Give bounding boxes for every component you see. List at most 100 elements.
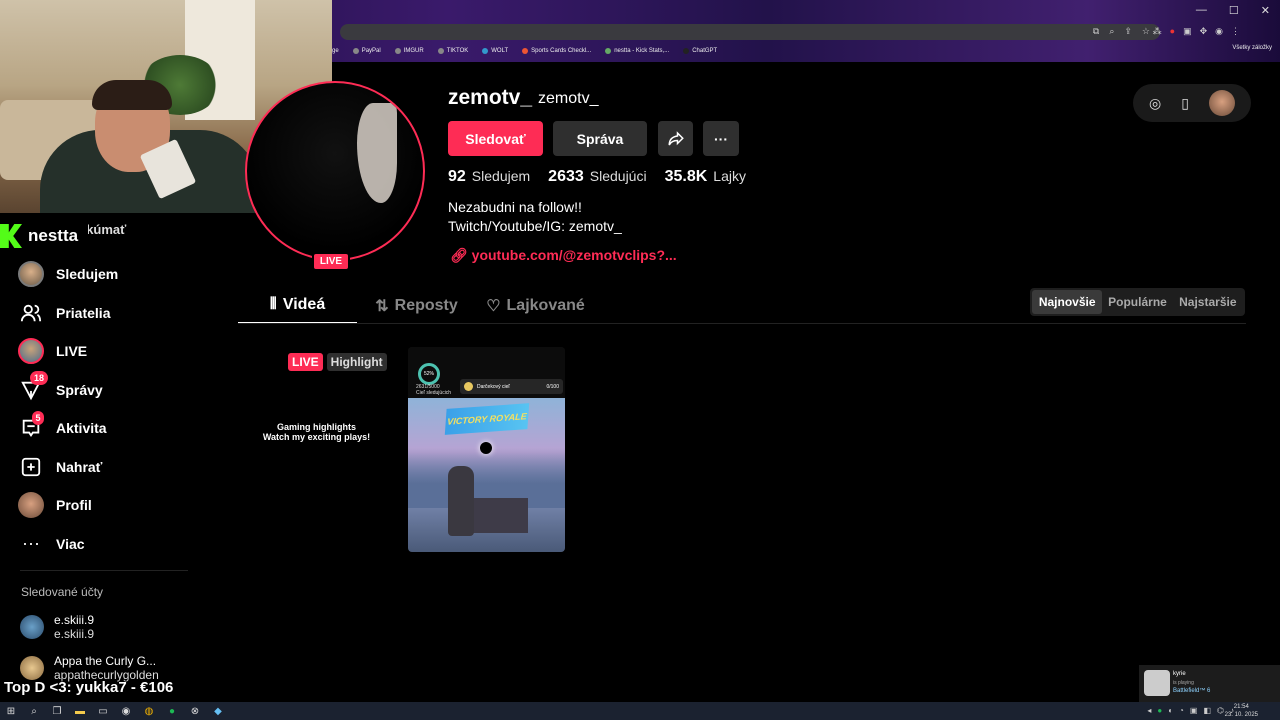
wolt-icon — [482, 48, 489, 54]
thumbnail-crate — [468, 498, 528, 533]
account-name: Appa the Curly G... — [54, 654, 157, 668]
tab-liked[interactable]: ♡ Lajkované — [476, 288, 595, 324]
menu-icon[interactable]: ⋮ — [1231, 26, 1240, 37]
message-button[interactable]: Správa — [553, 121, 647, 156]
bookmark-item[interactable]: nestta - Kick Stats,... — [605, 48, 669, 54]
bookmark-item[interactable]: IMGUR — [394, 48, 424, 54]
taskbar-app-icon[interactable]: ▭ — [96, 704, 110, 718]
sort-popular[interactable]: Populárne — [1102, 290, 1172, 314]
bookmark-item[interactable]: WOLT — [482, 48, 508, 54]
activity-badge: 5 — [32, 411, 44, 426]
follow-button[interactable]: Sledovať — [448, 121, 543, 156]
profile-link[interactable]: 🔗︎ youtube.com/@zemotvclips?... — [450, 247, 677, 264]
windows-taskbar: ⊞ ⌕ ❐ ▬ ▭ ◉ ◍ ● ⊗ ◆ ◂ ● ◐ ◔ ▣ ◧ ⌬ ♪ 21:5… — [0, 702, 1280, 720]
bookmark-item[interactable]: TIKTOK — [437, 48, 468, 54]
taskbar-app-icon[interactable]: ⊗ — [188, 704, 202, 718]
sidebar-divider — [20, 570, 188, 571]
taskbar-apps: ⊞ ⌕ ❐ ▬ ▭ ◉ ◍ ● ⊗ ◆ — [4, 704, 225, 718]
puzzle-icon[interactable]: ✥ — [1200, 26, 1208, 37]
stat-following[interactable]: 92 Sledujem — [448, 168, 530, 186]
sort-newest[interactable]: Najnovšie — [1032, 290, 1103, 314]
phone-icon[interactable]: ▯ — [1181, 95, 1189, 112]
sidebar-item-upload[interactable]: Nahrať — [18, 448, 218, 487]
tray-icon[interactable]: ◔ — [1179, 706, 1184, 715]
user-avatar[interactable] — [1208, 90, 1235, 116]
video-card[interactable]: 52% 2631/5000 Cieľ sledujúcich Darčekový… — [408, 347, 565, 552]
game-notification[interactable]: kyrie is playing Battlefield™ 6 — [1139, 665, 1280, 702]
chrome-icon[interactable]: ◍ — [142, 704, 156, 718]
followed-account[interactable]: e.skiii.9 e.skiii.9 — [20, 613, 94, 641]
sidebar-item-label: Aktivita — [56, 420, 107, 437]
tray-icon[interactable]: ◂ — [1147, 706, 1151, 715]
bookmark-item[interactable]: ChatGPT — [683, 48, 717, 54]
tray-icon[interactable]: ▣ — [1190, 706, 1198, 715]
live-badge[interactable]: LIVE — [312, 252, 350, 271]
kick-stats-icon — [605, 48, 612, 54]
file-explorer-icon[interactable]: ▬ — [73, 704, 87, 718]
address-bar[interactable] — [340, 24, 1160, 40]
taskbar-clock[interactable]: 21:54 23. 10. 2025 — [1225, 703, 1258, 719]
sidebar-item-friends[interactable]: Priatelia — [18, 294, 218, 333]
all-bookmarks-button[interactable]: Všetky záložky — [1232, 45, 1272, 51]
kick-logo-icon — [0, 224, 22, 248]
spotify-icon[interactable]: ● — [165, 704, 179, 718]
upload-icon — [18, 454, 44, 480]
stat-followers[interactable]: 2633 Sledujúci — [548, 168, 646, 186]
tray-icon[interactable]: ◐ — [1168, 706, 1173, 715]
kick-brand-overlay: nestta Preskúmať — [0, 222, 126, 248]
windows-start-icon[interactable]: ⊞ — [4, 704, 18, 718]
share-button[interactable] — [658, 121, 693, 156]
tray-icon[interactable]: ◧ — [1203, 706, 1211, 715]
obs-icon[interactable]: ◉ — [119, 704, 133, 718]
zoom-icon[interactable]: ⌕ — [1109, 26, 1114, 37]
sidebar-item-messages[interactable]: 18 Správy — [18, 370, 218, 410]
profile-icon[interactable]: ◉ — [1215, 26, 1223, 37]
minimize-button[interactable]: — — [1196, 4, 1207, 17]
tray-icon[interactable]: ● — [1157, 706, 1162, 715]
task-view-icon[interactable]: ❐ — [50, 704, 64, 718]
sidebar-item-label: Nahrať — [56, 458, 103, 475]
search-icon[interactable]: ⌕ — [27, 704, 41, 718]
tab-videos[interactable]: ⦀ Videá — [238, 288, 357, 324]
imgur-icon — [394, 48, 401, 54]
steam-icon[interactable]: ◆ — [211, 704, 225, 718]
video-tags: LIVE Highlight — [288, 353, 387, 371]
sidebar-item-label: Správy — [56, 381, 103, 398]
extension-icon[interactable]: ▣ — [1183, 26, 1192, 37]
sidebar-item-following[interactable]: Sledujem — [18, 255, 218, 294]
bookmark-item[interactable]: Sports Cards Checkl... — [522, 48, 591, 54]
tab-strip — [332, 0, 1280, 22]
extension-icon[interactable]: ⁂ — [1153, 26, 1162, 37]
video-card-live-highlight[interactable]: LIVE Highlight Gaming highlights Watch m… — [238, 347, 395, 552]
paypal-icon — [352, 48, 359, 54]
sports-cards-icon — [522, 48, 529, 54]
install-icon[interactable]: ⧉ — [1093, 26, 1099, 37]
more-options-button[interactable]: ··· — [703, 121, 739, 156]
maximize-button[interactable]: ☐ — [1229, 4, 1239, 17]
sidebar-item-live[interactable]: LIVE — [18, 332, 218, 371]
sidebar-item-more[interactable]: ··· Viac — [18, 525, 218, 564]
bookmark-item[interactable]: ge — [332, 48, 339, 54]
video-hud: 52% 2631/5000 Cieľ sledujúcich Darčekový… — [408, 347, 565, 398]
sidebar-item-activity[interactable]: 5 Aktivita — [18, 409, 218, 448]
bookmark-item[interactable]: PayPal — [352, 48, 381, 54]
bookmark-star-icon[interactable]: ☆ — [1142, 26, 1150, 37]
sidebar-item-label: Profil — [56, 497, 92, 514]
profile-avatar[interactable] — [245, 81, 425, 261]
ellipsis-icon: ··· — [714, 130, 728, 147]
share-icon[interactable]: ⇪ — [1124, 26, 1132, 37]
sort-oldest[interactable]: Najstaršie — [1173, 290, 1243, 314]
followed-account[interactable]: Appa the Curly G... appathecurlygolden — [20, 654, 159, 682]
coin-icon — [464, 382, 473, 391]
avatar-image — [357, 103, 397, 203]
sidebar-item-profile[interactable]: Profil — [18, 486, 218, 525]
live-avatar — [18, 338, 44, 365]
compass-icon[interactable]: ◎ — [1149, 95, 1161, 112]
close-button[interactable]: ✕ — [1261, 4, 1270, 17]
tab-reposts[interactable]: ⇅ Reposty — [357, 288, 476, 324]
victory-banner: VICTORY ROYALE — [444, 403, 530, 435]
following-avatar — [18, 261, 44, 288]
record-icon[interactable]: ● — [1170, 26, 1175, 37]
friend-avatar-icon — [1144, 670, 1170, 696]
network-icon[interactable]: ⌬ — [1217, 706, 1224, 715]
